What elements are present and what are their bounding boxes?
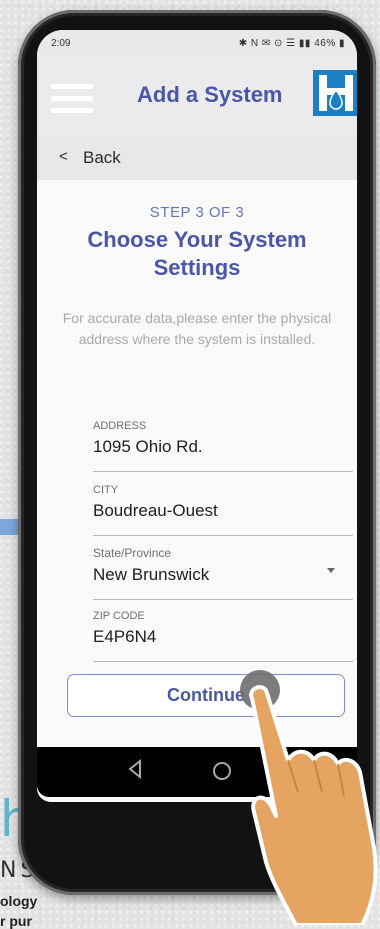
- zip-code-input[interactable]: E4P6N4: [93, 627, 353, 647]
- chevron-left-icon[interactable]: <: [59, 148, 68, 165]
- back-link[interactable]: Back: [83, 148, 121, 168]
- page-title: Add a System: [137, 82, 283, 107]
- status-icons: ✱ N ✉ ⊙ ☰ ▮▮ 46% ▮: [238, 38, 345, 49]
- status-time: 2:09: [51, 38, 71, 49]
- address-field[interactable]: ADDRESS 1095 Ohio Rd.: [93, 420, 353, 472]
- city-label: CITY: [93, 484, 119, 496]
- state-province-label: State/Province: [93, 546, 172, 560]
- zip-code-label: ZIP CODE: [93, 610, 145, 622]
- form-heading: Choose Your System Settings: [87, 227, 307, 280]
- app-bar: Add a System: [37, 56, 357, 136]
- address-label: ADDRESS: [93, 420, 147, 432]
- brand-tagline-line-1: ology: [0, 893, 38, 909]
- back-bar[interactable]: < Back: [37, 136, 357, 180]
- form-description: For accurate data,please enter the physi…: [62, 310, 332, 347]
- state-province-value[interactable]: New Brunswick: [93, 565, 353, 585]
- dropdown-arrow-icon[interactable]: [327, 568, 335, 573]
- zip-code-field[interactable]: ZIP CODE E4P6N4: [93, 610, 353, 662]
- address-input[interactable]: 1095 Ohio Rd.: [93, 437, 353, 457]
- pointing-hand-icon: [240, 670, 378, 925]
- nav-back-icon[interactable]: [127, 759, 143, 779]
- status-bar: 2:09 ✱ N ✉ ⊙ ☰ ▮▮ 46% ▮: [37, 30, 357, 56]
- app-logo-icon: [313, 70, 357, 116]
- step-indicator: STEP 3 OF 3: [149, 204, 245, 221]
- menu-icon[interactable]: [51, 84, 93, 114]
- state-province-select[interactable]: State/Province New Brunswick: [93, 546, 353, 600]
- city-field[interactable]: CITY Boudreau-Ouest: [93, 484, 353, 536]
- brand-tagline-line-2: r pur: [0, 913, 32, 929]
- city-input[interactable]: Boudreau-Ouest: [93, 501, 353, 521]
